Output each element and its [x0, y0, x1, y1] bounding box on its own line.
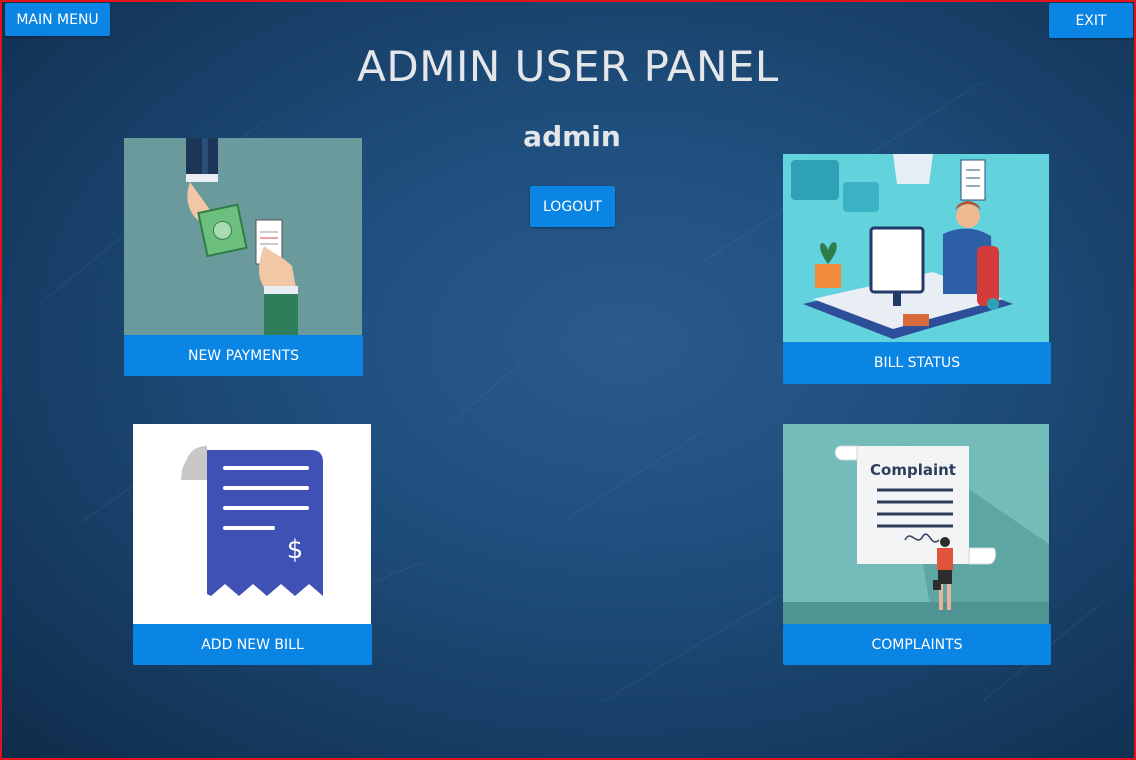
exit-button[interactable]: EXIT: [1049, 3, 1133, 38]
office-worker-icon: [783, 154, 1049, 342]
dollar-sign: $: [287, 535, 304, 565]
bill-status-button[interactable]: BILL STATUS: [783, 342, 1051, 384]
main-menu-button[interactable]: MAIN MENU: [5, 3, 110, 36]
logout-button[interactable]: LOGOUT: [530, 186, 615, 227]
page-title: ADMIN USER PANEL: [357, 42, 779, 91]
cash-payment-icon: [124, 138, 362, 335]
bill-status-tile[interactable]: BILL STATUS: [783, 154, 1051, 384]
new-payments-button[interactable]: NEW PAYMENTS: [124, 335, 363, 376]
receipt-icon: $: [133, 424, 371, 624]
new-payments-tile[interactable]: NEW PAYMENTS: [124, 138, 363, 376]
add-new-bill-tile[interactable]: $ ADD NEW BILL: [133, 424, 372, 665]
complaint-scroll-title: Complaint: [870, 461, 956, 479]
admin-panel-window: MAIN MENU EXIT ADMIN USER PANEL admin LO…: [0, 0, 1136, 760]
username-label: admin: [523, 120, 621, 153]
complaint-scroll-icon: Complaint: [783, 424, 1049, 624]
add-new-bill-button[interactable]: ADD NEW BILL: [133, 624, 372, 665]
complaints-tile[interactable]: Complaint COMPLAINTS: [783, 424, 1051, 665]
complaints-button[interactable]: COMPLAINTS: [783, 624, 1051, 665]
